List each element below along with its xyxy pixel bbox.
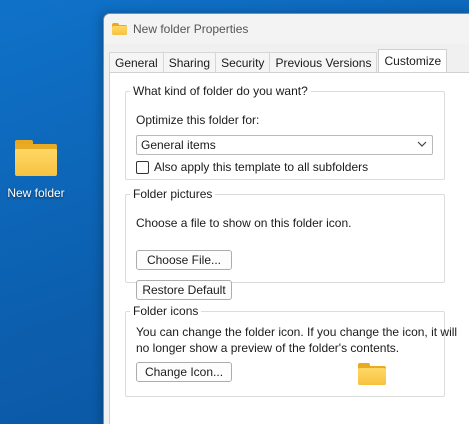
tab-security[interactable]: Security — [215, 52, 271, 72]
change-icon-button[interactable]: Change Icon... — [136, 362, 232, 382]
apply-subfolders-option[interactable]: Also apply this template to all subfolde… — [136, 160, 368, 174]
tab-strip: General Sharing Security Previous Versio… — [109, 49, 448, 72]
customize-panel: What kind of folder do you want? Optimiz… — [109, 72, 469, 424]
folder-icon-preview — [358, 363, 386, 385]
title-bar[interactable]: New folder Properties — [104, 14, 469, 44]
optimize-label: Optimize this folder for: — [136, 113, 260, 127]
folder-type-legend: What kind of folder do you want? — [133, 84, 308, 98]
optimize-select[interactable]: General items — [136, 135, 433, 155]
folder-icon — [112, 23, 127, 35]
folder-icons-description-line1: You can change the folder icon. If you c… — [136, 325, 458, 339]
folder-icons-legend: Folder icons — [133, 304, 199, 318]
tab-previous-versions[interactable]: Previous Versions — [269, 52, 378, 72]
folder-icons-group: Folder icons You can change the folder i… — [125, 304, 457, 397]
tab-sharing[interactable]: Sharing — [162, 52, 217, 72]
folder-icon — [15, 140, 57, 176]
folder-type-group: What kind of folder do you want? Optimiz… — [125, 84, 445, 180]
tab-general[interactable]: General — [109, 52, 164, 72]
apply-subfolders-label: Also apply this template to all subfolde… — [154, 160, 369, 174]
choose-file-button[interactable]: Choose File... — [136, 250, 232, 270]
optimize-select-value: General items — [141, 138, 216, 152]
folder-pictures-group: Folder pictures Choose a file to show on… — [125, 187, 445, 300]
desktop-folder-icon-item[interactable]: New folder — [2, 140, 70, 200]
apply-subfolders-checkbox[interactable] — [136, 160, 149, 174]
desktop-icon-label: New folder — [7, 186, 65, 200]
window-title: New folder Properties — [133, 22, 249, 36]
folder-pictures-description: Choose a file to show on this folder ico… — [136, 216, 352, 230]
restore-default-button[interactable]: Restore Default — [136, 280, 232, 300]
properties-window: New folder Properties General Sharing Se… — [103, 13, 469, 424]
tab-customize[interactable]: Customize — [378, 49, 448, 72]
folder-icons-description-line2: no longer show a preview of the folder's… — [136, 341, 400, 355]
folder-pictures-legend: Folder pictures — [133, 187, 213, 201]
chevron-down-icon — [417, 141, 427, 147]
